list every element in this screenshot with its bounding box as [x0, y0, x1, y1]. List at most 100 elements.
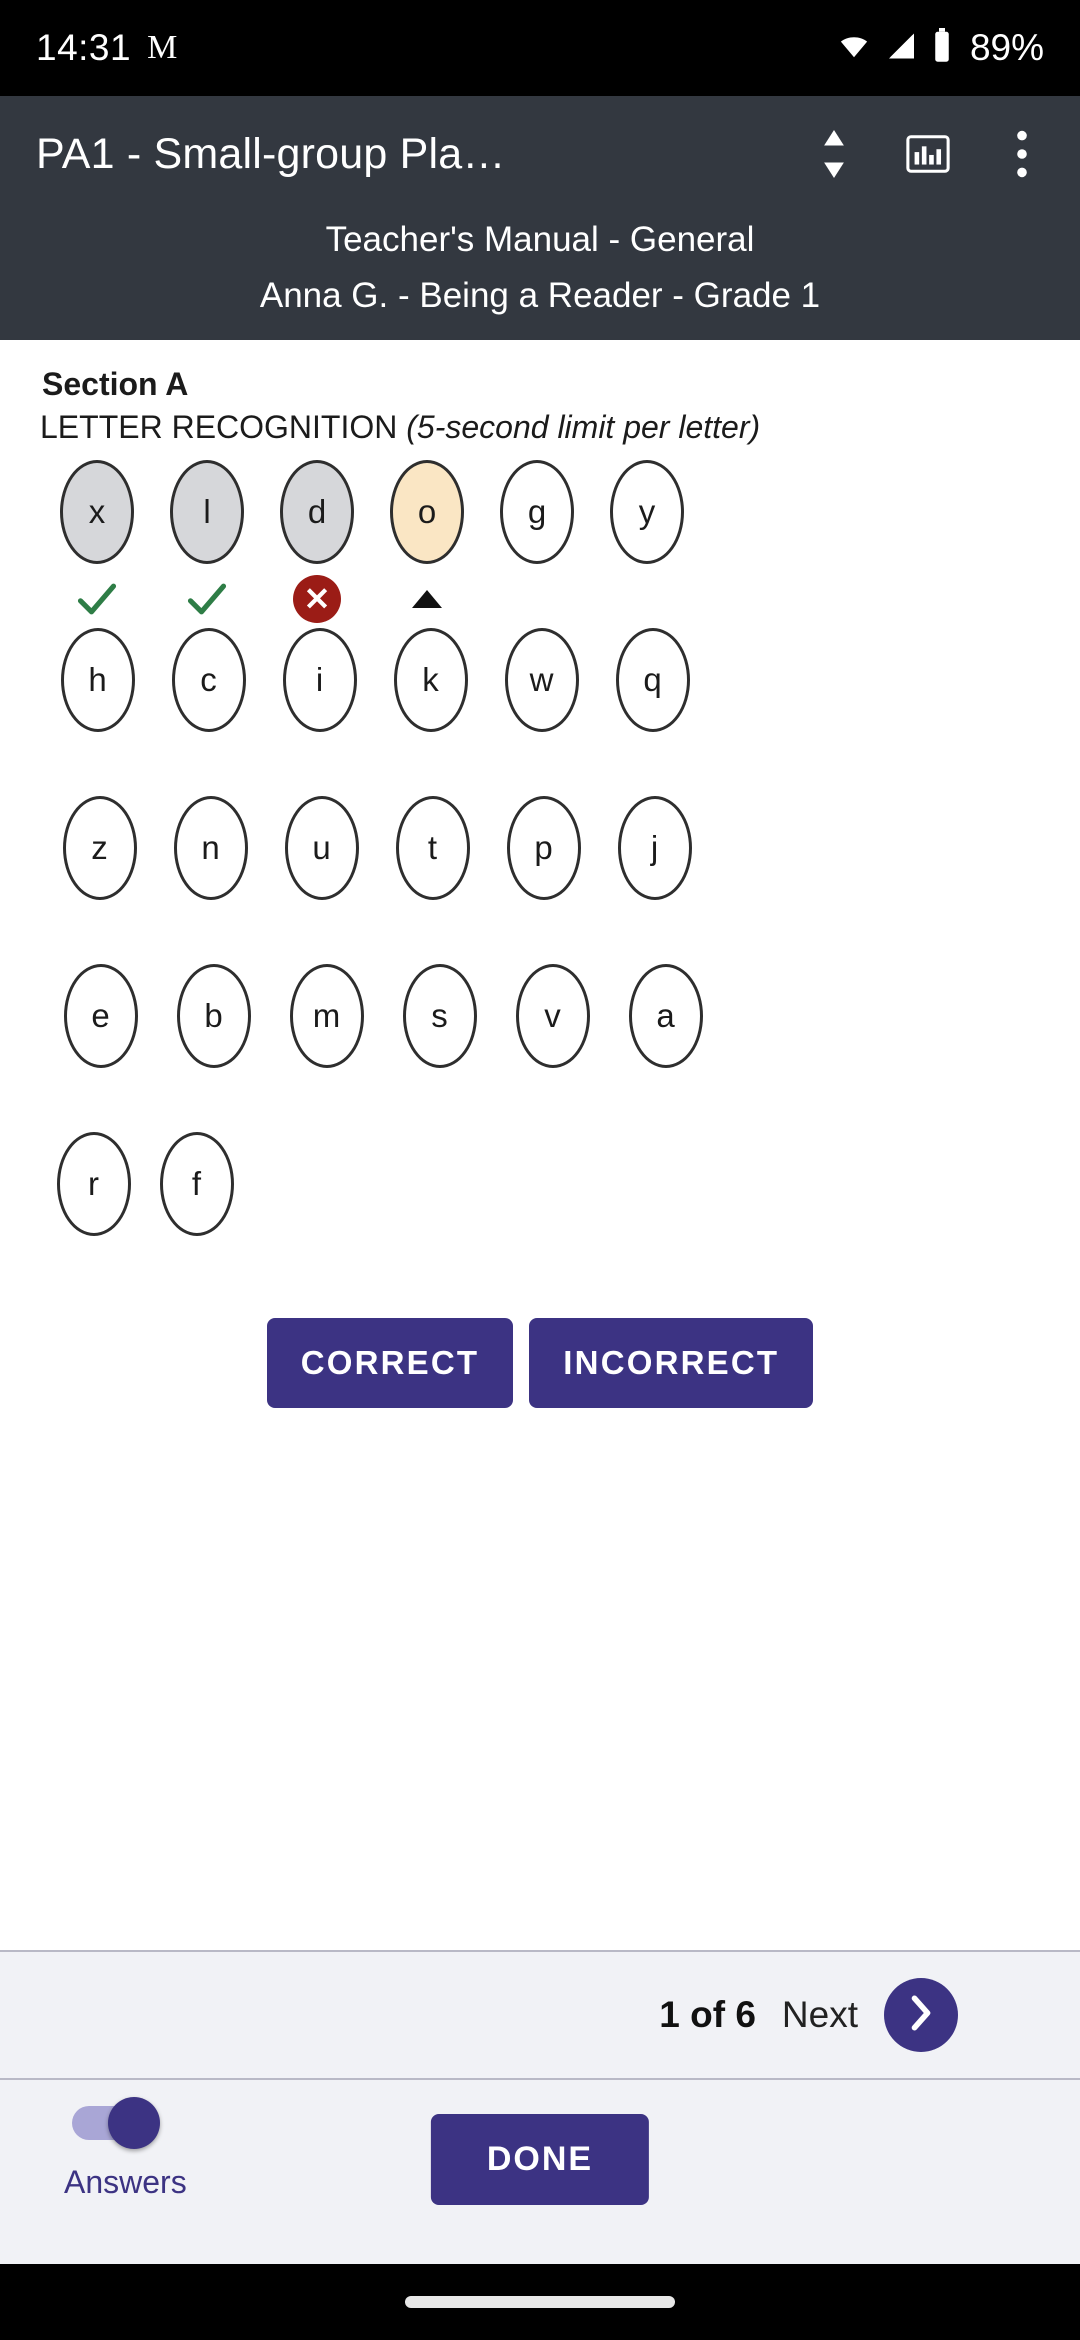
- letter-cell: q: [597, 628, 708, 794]
- letter-cell: t: [377, 796, 488, 962]
- letter-bubble[interactable]: n: [173, 796, 248, 900]
- correct-check-icon: [75, 572, 119, 626]
- letter-row: x l d ✕ o g y: [40, 460, 1040, 628]
- gmail-icon: M: [147, 29, 178, 66]
- letter-row: rf: [42, 1132, 1040, 1300]
- letter-bubble[interactable]: i: [282, 628, 357, 732]
- letter-bubble[interactable]: r: [56, 1132, 131, 1236]
- letter-cell: o: [372, 460, 482, 626]
- letter-cell: v: [496, 964, 609, 1130]
- letter-bubble[interactable]: z: [62, 796, 137, 900]
- letter-bubble[interactable]: a: [628, 964, 703, 1068]
- letter-row: hcikwq: [42, 628, 1040, 796]
- app-bar-subtitle-manual: Teacher's Manual - General: [325, 220, 755, 259]
- correct-button[interactable]: CORRECT: [266, 1318, 514, 1408]
- letter-cell: p: [488, 796, 599, 962]
- battery-icon: [931, 27, 953, 69]
- letter-cell: n: [155, 796, 266, 962]
- app-bar: PA1 - Small-group Pla… Teacher's Manual …: [0, 96, 1080, 340]
- system-navigation-bar: [0, 2264, 1080, 2340]
- cellular-signal-icon: [885, 31, 918, 66]
- app-bar-subtitle-student: Anna G. - Being a Reader - Grade 1: [259, 276, 821, 315]
- letter-bubble[interactable]: q: [615, 628, 690, 732]
- pager-bar: 1 of 6 Next: [0, 1950, 1080, 2080]
- chevron-right-icon: [907, 1994, 935, 2036]
- status-time: 14:31: [36, 27, 132, 68]
- section-label: Section A: [42, 366, 189, 402]
- status-bar: 14:31 M 89%: [0, 0, 1080, 96]
- letter-bubble[interactable]: o: [390, 460, 464, 564]
- wifi-icon: [836, 31, 872, 66]
- letter-bubble[interactable]: e: [63, 964, 138, 1068]
- letter-cell: b: [157, 964, 270, 1130]
- letter-cell: r: [42, 1132, 145, 1298]
- letter-bubble[interactable]: w: [504, 628, 579, 732]
- letter-bubble[interactable]: c: [171, 628, 246, 732]
- letter-cell: i: [264, 628, 375, 794]
- letter-cell: z: [44, 796, 155, 962]
- app-screen: 14:31 M 89% PA1 - Small-group Pla… Teach…: [0, 0, 1080, 2340]
- letter-cell: h: [42, 628, 153, 794]
- letter-bubble[interactable]: b: [176, 964, 251, 1068]
- section-task-line: LETTER RECOGNITION (5-second limit per l…: [0, 409, 1080, 446]
- letter-bubble[interactable]: u: [284, 796, 359, 900]
- task-name: LETTER RECOGNITION: [40, 409, 398, 445]
- toggle-knob: [108, 2097, 160, 2149]
- next-label[interactable]: Next: [782, 1994, 858, 2036]
- letter-cell: e: [44, 964, 157, 1130]
- correct-check-icon: [185, 572, 229, 626]
- letter-bubble[interactable]: j: [617, 796, 692, 900]
- letter-bubble[interactable]: l: [170, 460, 244, 564]
- letter-cell: c: [153, 628, 264, 794]
- letter-grid: x l d ✕ o g y h c i k w q z n u t p j e b m s v a r f: [0, 460, 1080, 1300]
- letter-bubble[interactable]: y: [610, 460, 684, 564]
- letter-cell: d ✕: [262, 460, 372, 626]
- letter-bubble[interactable]: d: [280, 460, 354, 564]
- letter-cell: x: [42, 460, 152, 626]
- letter-bubble[interactable]: m: [289, 964, 364, 1068]
- letter-cell: k: [375, 628, 486, 794]
- letter-bubble[interactable]: g: [500, 460, 574, 564]
- battery-percent: 89%: [969, 27, 1044, 68]
- letter-row: ebmsva: [44, 964, 1040, 1132]
- letter-bubble[interactable]: f: [159, 1132, 234, 1236]
- bottom-bar: Answers DONE: [0, 2080, 1080, 2264]
- answers-toggle-label: Answers: [64, 2164, 187, 2200]
- assessment-content: Section A LETTER RECOGNITION (5-second l…: [0, 340, 1080, 1950]
- page-title: PA1 - Small-group Pla…: [36, 129, 506, 178]
- incorrect-button[interactable]: INCORRECT: [529, 1318, 814, 1408]
- letter-cell: y: [592, 460, 702, 626]
- letter-bubble[interactable]: h: [60, 628, 135, 732]
- answer-buttons: CORRECT INCORRECT: [0, 1318, 1080, 1408]
- letter-bubble[interactable]: t: [395, 796, 470, 900]
- letter-cell: a: [609, 964, 722, 1130]
- up-down-arrows-icon[interactable]: [806, 126, 862, 182]
- letter-bubble[interactable]: v: [515, 964, 590, 1068]
- incorrect-cross-icon: ✕: [293, 572, 341, 626]
- answers-toggle[interactable]: [72, 2097, 160, 2149]
- letter-bubble[interactable]: x: [60, 460, 134, 564]
- letter-cell: s: [383, 964, 496, 1130]
- letter-cell: u: [266, 796, 377, 962]
- letter-cell: w: [486, 628, 597, 794]
- more-vertical-icon[interactable]: [994, 126, 1050, 182]
- answers-toggle-group: Answers: [64, 2097, 187, 2201]
- letter-bubble[interactable]: k: [393, 628, 468, 732]
- page-count: 1 of 6: [659, 1994, 756, 2035]
- home-gesture-pill[interactable]: [405, 2296, 675, 2308]
- done-button[interactable]: DONE: [430, 2114, 650, 2205]
- bar-chart-icon[interactable]: [900, 126, 956, 182]
- letter-bubble[interactable]: p: [506, 796, 581, 900]
- app-bar-top-row: PA1 - Small-group Pla…: [0, 96, 1080, 212]
- letter-cell: l: [152, 460, 262, 626]
- task-note: (5-second limit per letter): [406, 409, 761, 445]
- letter-bubble[interactable]: s: [402, 964, 477, 1068]
- next-button[interactable]: [884, 1978, 958, 2052]
- letter-cell: f: [145, 1132, 248, 1298]
- status-bar-left: 14:31 M: [36, 27, 177, 69]
- letter-row: znutpj: [44, 796, 1040, 964]
- app-bar-actions: [806, 126, 1050, 182]
- status-bar-right: 89%: [836, 27, 1044, 69]
- letter-cell: j: [599, 796, 710, 962]
- current-position-caret-icon: [412, 572, 442, 626]
